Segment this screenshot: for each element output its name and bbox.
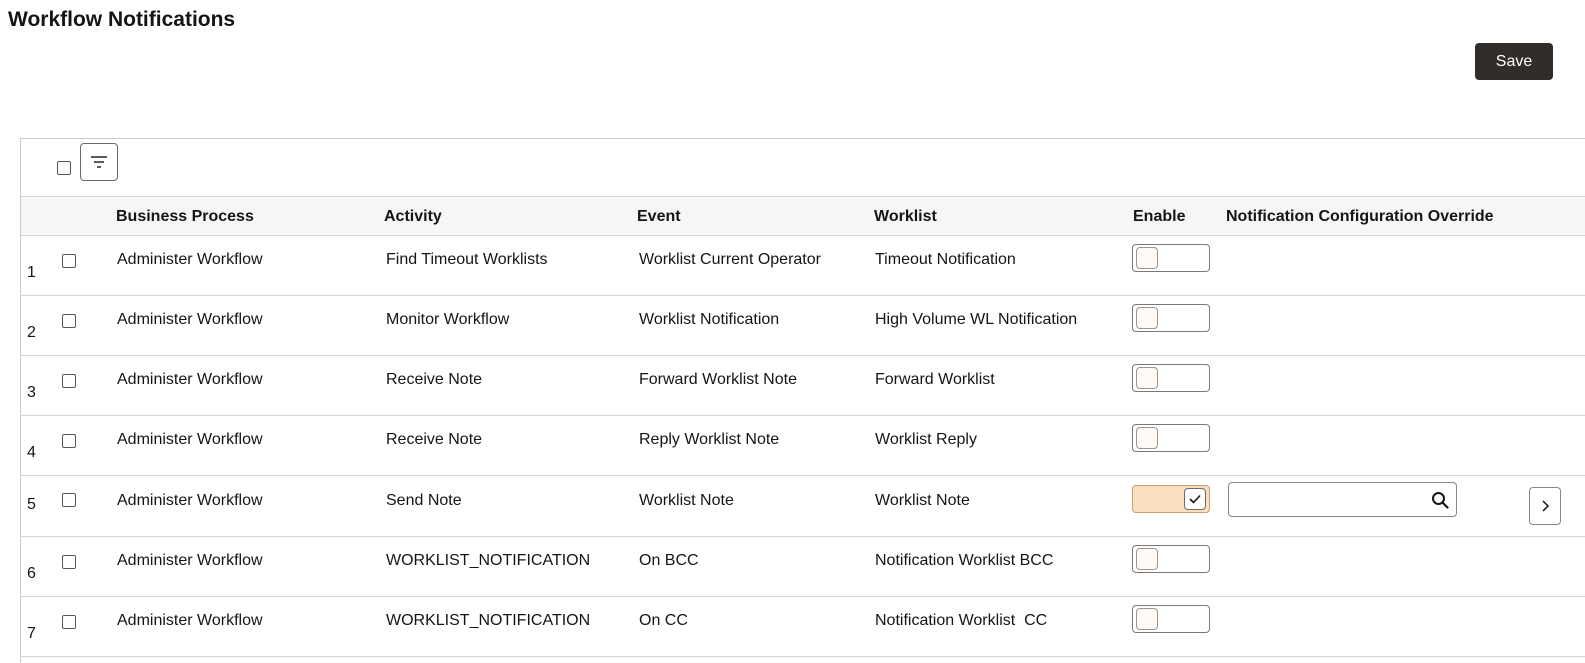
cell-business-process: Administer Workflow	[117, 612, 263, 629]
row-detail-button[interactable]	[1529, 487, 1561, 525]
header-enable[interactable]: Enable	[1133, 208, 1185, 226]
filter-icon	[91, 156, 107, 168]
cell-worklist: Notification Worklist BCC	[875, 552, 1054, 569]
cell-worklist: Timeout Notification	[875, 251, 1016, 268]
table-row-6[interactable]: 6 Administer Workflow WORKLIST_NOTIFICAT…	[21, 537, 1585, 597]
row-select-checkbox[interactable]	[62, 374, 76, 388]
toggle-knob	[1136, 608, 1158, 630]
row-number: 7	[27, 625, 36, 642]
table-row-1[interactable]: 1 Administer Workflow Find Timeout Workl…	[21, 236, 1585, 296]
cell-activity: Receive Note	[386, 431, 483, 448]
row-number: 2	[27, 324, 36, 341]
notifications-grid: Business Process Activity Event Worklist…	[20, 138, 1585, 663]
cell-activity: WORKLIST_NOTIFICATION	[386, 552, 591, 569]
table-row-4[interactable]: 4 Administer Workflow Receive Note Reply…	[21, 416, 1585, 476]
enable-toggle[interactable]	[1132, 485, 1210, 513]
cell-worklist: Forward Worklist	[875, 371, 995, 388]
chevron-right-icon	[1542, 500, 1550, 512]
grid-body: 1 Administer Workflow Find Timeout Workl…	[21, 236, 1585, 657]
header-worklist[interactable]: Worklist	[874, 208, 937, 226]
table-row-2[interactable]: 2 Administer Workflow Monitor Workflow W…	[21, 296, 1585, 356]
cell-business-process: Administer Workflow	[117, 251, 263, 268]
row-select-checkbox[interactable]	[62, 555, 76, 569]
cell-worklist: Worklist Reply	[875, 431, 977, 448]
cell-business-process: Administer Workflow	[117, 371, 263, 388]
cell-event: Worklist Notification	[639, 311, 780, 328]
cell-business-process: Administer Workflow	[117, 311, 263, 328]
cell-event: Worklist Note	[639, 492, 734, 509]
cell-event: Forward Worklist Note	[639, 371, 797, 388]
toggle-knob	[1136, 307, 1158, 329]
cell-event: On BCC	[639, 552, 699, 569]
cell-business-process: Administer Workflow	[117, 492, 263, 509]
notification-override-input[interactable]	[1229, 483, 1424, 516]
enable-toggle[interactable]	[1132, 244, 1210, 272]
cell-activity: WORKLIST_NOTIFICATION	[386, 612, 591, 629]
grid-header-row: Business Process Activity Event Worklist…	[21, 196, 1585, 236]
enable-toggle[interactable]	[1132, 364, 1210, 392]
table-row-5[interactable]: 5 Administer Workflow Send Note Worklist…	[21, 476, 1585, 537]
toggle-knob	[1136, 367, 1158, 389]
row-select-checkbox[interactable]	[62, 434, 76, 448]
row-number: 6	[27, 565, 36, 582]
row-number: 3	[27, 384, 36, 401]
grid-toolbar	[21, 139, 1585, 196]
table-row-7[interactable]: 7 Administer Workflow WORKLIST_NOTIFICAT…	[21, 597, 1585, 657]
cell-activity: Monitor Workflow	[386, 311, 510, 328]
toggle-knob	[1136, 247, 1158, 269]
filter-button[interactable]	[80, 143, 118, 181]
row-number: 5	[27, 496, 36, 513]
row-number: 4	[27, 444, 36, 461]
header-notification-override[interactable]: Notification Configuration Override	[1226, 208, 1494, 226]
save-button[interactable]: Save	[1475, 43, 1553, 80]
row-number: 1	[27, 264, 36, 281]
cell-event: Reply Worklist Note	[639, 431, 780, 448]
check-icon	[1189, 494, 1201, 504]
cell-business-process: Administer Workflow	[117, 431, 263, 448]
cell-event: On CC	[639, 612, 688, 629]
cell-worklist: Notification Worklist CC	[875, 612, 1048, 629]
toggle-knob	[1136, 548, 1158, 570]
row-select-checkbox[interactable]	[62, 254, 76, 268]
cell-worklist: High Volume WL Notification	[875, 311, 1078, 328]
row-select-checkbox[interactable]	[62, 615, 76, 629]
cell-business-process: Administer Workflow	[117, 552, 263, 569]
select-all-checkbox[interactable]	[57, 161, 71, 175]
cell-worklist: Worklist Note	[875, 492, 970, 509]
enable-toggle[interactable]	[1132, 605, 1210, 633]
cell-activity: Send Note	[386, 492, 462, 509]
cell-activity: Find Timeout Worklists	[386, 251, 548, 268]
cell-event: Worklist Current Operator	[639, 251, 821, 268]
enable-toggle[interactable]	[1132, 304, 1210, 332]
search-icon[interactable]	[1431, 491, 1449, 509]
toggle-knob	[1184, 488, 1206, 510]
header-activity[interactable]: Activity	[384, 208, 442, 226]
row-select-checkbox[interactable]	[62, 314, 76, 328]
enable-toggle[interactable]	[1132, 545, 1210, 573]
notification-override-lookup[interactable]	[1228, 482, 1457, 517]
header-event[interactable]: Event	[637, 208, 681, 226]
toggle-knob	[1136, 427, 1158, 449]
table-row-3[interactable]: 3 Administer Workflow Receive Note Forwa…	[21, 356, 1585, 416]
cell-activity: Receive Note	[386, 371, 483, 388]
page-title: Workflow Notifications	[8, 8, 236, 31]
enable-toggle[interactable]	[1132, 424, 1210, 452]
header-business-process[interactable]: Business Process	[116, 208, 254, 226]
row-select-checkbox[interactable]	[62, 493, 76, 507]
